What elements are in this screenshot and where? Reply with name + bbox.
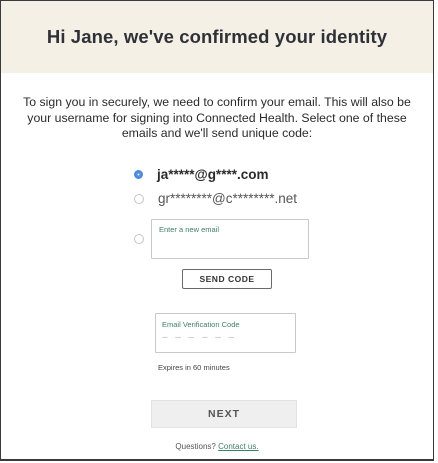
new-email-option[interactable]: [134, 234, 144, 244]
radio-unselected-icon[interactable]: [134, 193, 144, 204]
email-option-label: ja*****@g****.com: [157, 167, 269, 182]
header-banner: Hi Jane, we've confirmed your identity: [1, 1, 433, 73]
help-footer: Questions? Contact us.: [1, 442, 433, 451]
new-email-input[interactable]: Enter a new email: [151, 219, 309, 259]
verification-code-mask: – – – – – –: [162, 332, 237, 343]
email-option-2[interactable]: gr********@c********.net: [134, 191, 297, 206]
questions-label: Questions?: [175, 442, 216, 451]
send-code-button[interactable]: SEND CODE: [182, 269, 272, 289]
radio-selected-icon[interactable]: [134, 170, 143, 179]
new-email-placeholder: Enter a new email: [159, 225, 220, 234]
email-option-1[interactable]: ja*****@g****.com: [134, 167, 268, 182]
verification-code-label: Email Verification Code: [162, 320, 240, 329]
identity-confirm-panel: Hi Jane, we've confirmed your identity T…: [0, 0, 434, 461]
contact-us-link[interactable]: Contact us.: [218, 442, 258, 451]
expires-note: Expires in 60 minutes: [158, 363, 230, 372]
radio-unselected-icon[interactable]: [134, 234, 144, 244]
email-option-label: gr********@c********.net: [158, 191, 298, 206]
next-button[interactable]: NEXT: [151, 400, 297, 428]
intro-text: To sign you in securely, we need to conf…: [23, 95, 411, 140]
verification-code-input[interactable]: Email Verification Code – – – – – –: [155, 313, 296, 353]
page-title: Hi Jane, we've confirmed your identity: [46, 26, 388, 47]
